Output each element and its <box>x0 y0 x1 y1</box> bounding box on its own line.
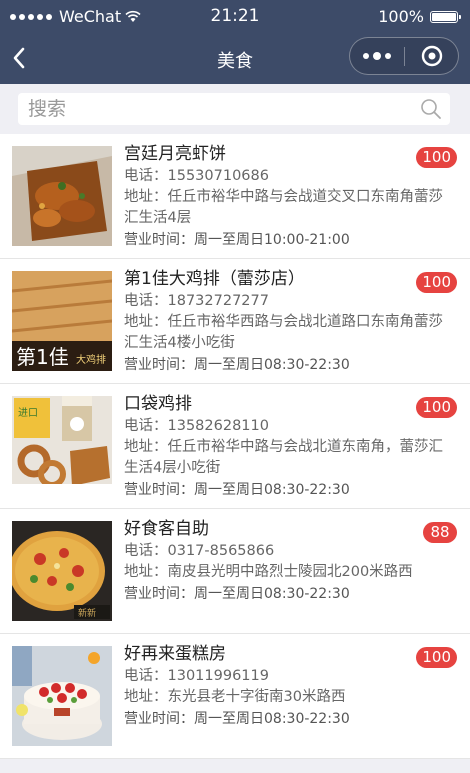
restaurant-info: 宫廷月亮虾饼 电话：15530710686 地址：任丘市裕华中路与会战道交叉口东… <box>124 142 456 251</box>
restaurant-address: 地址：任丘市裕华中路与会战道交叉口东南角蕾莎汇生活4层 <box>124 189 443 226</box>
restaurant-phone: 电话：15530710686 <box>124 168 269 184</box>
count-badge: 100 <box>416 397 457 418</box>
restaurant-address: 地址：东光县老十字街南30米路西 <box>124 689 346 705</box>
restaurant-name: 好再来蛋糕房 <box>124 644 226 664</box>
restaurant-info: 口袋鸡排 电话：13582628110 地址：任丘市裕华中路与会战北道东南角，蕾… <box>124 392 456 501</box>
count-badge: 88 <box>423 522 457 543</box>
more-icon <box>363 53 369 59</box>
restaurant-hours: 营业时间：周一至周日08:30-22:30 <box>124 711 350 727</box>
restaurant-image: 进口 <box>12 396 112 496</box>
restaurant-address: 地址：任丘市裕华西路与会战北道路口东南角蕾莎汇生活4楼小吃街 <box>124 314 443 351</box>
restaurant-name: 好食客自助 <box>124 519 209 539</box>
battery-percent: 100% <box>378 7 424 26</box>
battery-status: 100% <box>378 7 461 26</box>
restaurant-info: 好再来蛋糕房 电话：13011996119 地址：东光县老十字街南30米路西 营… <box>124 642 456 730</box>
svg-text:第1佳: 第1佳 <box>16 345 69 369</box>
restaurant-phone: 电话：13011996119 <box>124 668 269 684</box>
list-item[interactable]: 新新 好食客自助 电话：0317-8565866 地址：南皮县光明中路烈士陵园北… <box>0 509 470 634</box>
restaurant-image <box>12 146 112 246</box>
restaurant-name: 宫廷月亮虾饼 <box>124 144 226 164</box>
target-close-icon <box>421 45 443 67</box>
more-button[interactable] <box>350 38 404 74</box>
search-input[interactable] <box>28 93 408 125</box>
search-area <box>0 84 470 134</box>
restaurant-image: 第1佳 大鸡排 <box>12 271 112 371</box>
list-item[interactable]: 好再来蛋糕房 电话：13011996119 地址：东光县老十字街南30米路西 营… <box>0 634 470 759</box>
restaurant-image: 新新 <box>12 521 112 621</box>
restaurant-hours: 营业时间：周一至周日08:30-22:30 <box>124 357 350 373</box>
svg-text:新新: 新新 <box>78 607 96 619</box>
count-badge: 100 <box>416 647 457 668</box>
restaurant-list: 宫廷月亮虾饼 电话：15530710686 地址：任丘市裕华中路与会战道交叉口东… <box>0 134 470 759</box>
search-box[interactable] <box>18 93 450 125</box>
restaurant-address: 地址：任丘市裕华中路与会战北道东南角，蕾莎汇生活4层小吃街 <box>124 439 443 476</box>
nav-bar: 美食 <box>0 34 470 84</box>
svg-text:大鸡排: 大鸡排 <box>76 353 106 366</box>
restaurant-name: 口袋鸡排 <box>124 394 192 414</box>
list-item[interactable]: 宫廷月亮虾饼 电话：15530710686 地址：任丘市裕华中路与会战道交叉口东… <box>0 134 470 259</box>
restaurant-name: 第1佳大鸡排（蕾莎店） <box>124 269 305 289</box>
restaurant-image <box>12 646 112 746</box>
count-badge: 100 <box>416 272 457 293</box>
restaurant-phone: 电话：13582628110 <box>124 418 269 434</box>
battery-fill <box>432 12 456 21</box>
svg-text:进口: 进口 <box>18 407 38 419</box>
restaurant-info: 好食客自助 电话：0317-8565866 地址：南皮县光明中路烈士陵园北200… <box>124 517 456 605</box>
list-item[interactable]: 进口 口袋鸡排 电话：13582628110 地址：任丘市裕华中路与会战北道东南… <box>0 384 470 509</box>
count-badge: 100 <box>416 147 457 168</box>
restaurant-hours: 营业时间：周一至周日10:00-21:00 <box>124 232 350 248</box>
restaurant-hours: 营业时间：周一至周日08:30-22:30 <box>124 586 350 602</box>
miniprogram-capsule <box>349 37 459 75</box>
restaurant-phone: 电话：18732727277 <box>124 293 269 309</box>
restaurant-info: 第1佳大鸡排（蕾莎店） 电话：18732727277 地址：任丘市裕华西路与会战… <box>124 267 456 376</box>
close-miniprogram-button[interactable] <box>405 38 459 74</box>
search-icon[interactable] <box>420 98 442 120</box>
battery-icon <box>430 10 461 23</box>
restaurant-address: 地址：南皮县光明中路烈士陵园北200米路西 <box>124 564 413 580</box>
restaurant-phone: 电话：0317-8565866 <box>124 543 275 559</box>
status-bar: WeChat 21:21 100% <box>0 0 470 34</box>
restaurant-hours: 营业时间：周一至周日08:30-22:30 <box>124 482 350 498</box>
list-item[interactable]: 第1佳 大鸡排 第1佳大鸡排（蕾莎店） 电话：18732727277 地址：任丘… <box>0 259 470 384</box>
